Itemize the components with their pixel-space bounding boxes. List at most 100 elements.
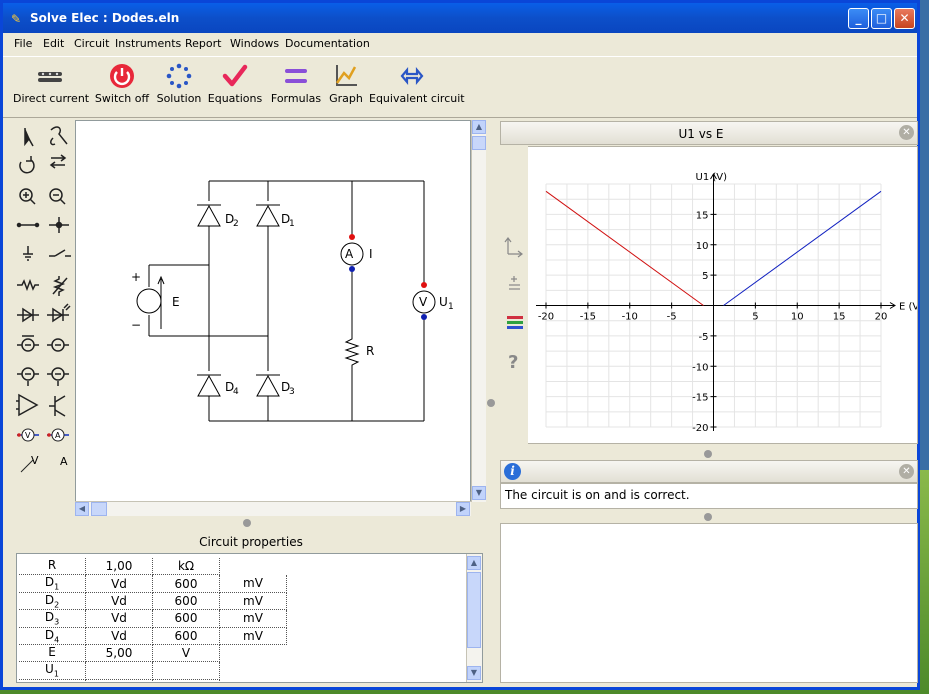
y-axis-label: U1 (V)	[696, 172, 728, 183]
properties-scrollbar[interactable]: ▲ ▼	[466, 554, 482, 682]
checkmark-icon	[222, 64, 248, 87]
y-tick-label: -5	[699, 332, 709, 343]
graph-icon	[335, 65, 357, 86]
palette-current-label[interactable]: A	[60, 455, 68, 468]
property-value[interactable]: kΩ	[152, 558, 220, 576]
menu-edit[interactable]: Edit	[43, 37, 64, 50]
property-row[interactable]: D1 Vd 600 mV	[19, 574, 287, 593]
y-tick-label: -20	[692, 423, 708, 434]
splitter-handle-info[interactable]	[704, 513, 712, 521]
scroll-thumb[interactable]	[472, 136, 486, 150]
splitter-handle-vertical[interactable]	[487, 399, 495, 407]
toolbar: Direct current Switch off Solution Equat…	[3, 56, 917, 118]
property-value[interactable]: 5,00	[85, 644, 153, 663]
x-tick-label: -5	[667, 312, 677, 323]
property-name: E	[19, 644, 86, 663]
svg-text:V: V	[25, 431, 31, 440]
property-value[interactable]	[220, 662, 287, 679]
series-line-0	[545, 190, 704, 306]
property-name: R	[19, 558, 86, 576]
props-scroll-up[interactable]: ▲	[467, 556, 481, 570]
property-row[interactable]: D2 Vd 600 mV	[19, 592, 287, 611]
props-scroll-down[interactable]: ▼	[467, 666, 481, 680]
palette-voltage-label[interactable]: V	[31, 454, 39, 467]
property-value[interactable]: 600	[152, 592, 220, 611]
property-name: D4	[19, 627, 86, 645]
menu-windows[interactable]: Windows	[230, 37, 279, 50]
scroll-left-button[interactable]: ◀	[75, 502, 89, 516]
equivalent-circuit-button[interactable]: Equivalent circuit	[369, 63, 465, 105]
property-row[interactable]: R 1,00 kΩ	[19, 558, 287, 576]
property-value[interactable]	[220, 679, 287, 682]
ammeter-symbol: A	[345, 247, 354, 261]
property-value[interactable]: 1,00	[85, 558, 153, 576]
close-button[interactable]: ✕	[894, 8, 915, 29]
property-value[interactable]	[152, 661, 220, 680]
property-value[interactable]: 600	[152, 627, 220, 645]
title-bar[interactable]: ✎ Solve Elec : Dodes.eln _ □ ✕	[3, 3, 917, 33]
help-icon[interactable]: ?	[508, 352, 518, 373]
equations-button[interactable]: Equations	[207, 63, 263, 105]
property-value[interactable]: mV	[219, 609, 287, 628]
property-value[interactable]: V	[152, 644, 220, 663]
status-message: The circuit is on and is correct.	[500, 483, 918, 509]
props-scroll-thumb[interactable]	[467, 572, 481, 648]
close-graph-icon[interactable]: ✕	[899, 125, 914, 140]
voltmeter-symbol: V	[419, 295, 428, 309]
splitter-handle-graph[interactable]	[704, 450, 712, 458]
graph-plot: -20 -15 -10 -5 5 10 15 20 -20 -15 -10 -5 5 10 15 E (V)…	[536, 172, 923, 434]
label-d1-sub: 1	[289, 219, 295, 229]
property-value[interactable]: mV	[219, 627, 287, 645]
property-value[interactable]	[152, 679, 220, 682]
graph-button[interactable]: Graph	[325, 63, 367, 105]
minimize-button[interactable]: _	[848, 8, 869, 29]
y-tick-label: -10	[692, 362, 708, 373]
property-value[interactable]	[220, 558, 287, 575]
menu-instruments[interactable]: Instruments	[115, 37, 181, 50]
property-value[interactable]: mV	[219, 574, 287, 593]
close-info-icon[interactable]: ✕	[899, 464, 914, 479]
menu-circuit[interactable]: Circuit	[74, 37, 109, 50]
property-value[interactable]: Vd	[85, 627, 153, 645]
property-value[interactable]: mV	[219, 592, 287, 611]
equivalent-icon	[400, 66, 424, 86]
scroll-down-button[interactable]: ▼	[472, 486, 486, 500]
property-value[interactable]: Vd	[85, 609, 153, 628]
graph-area[interactable]: -20 -15 -10 -5 5 10 15 20 -20 -15 -10 -5 5 10 15 E (V)…	[500, 146, 923, 444]
x-axis-label: E (V)	[899, 302, 917, 313]
y-tick-label: 10	[696, 241, 709, 252]
property-value[interactable]: 600	[152, 609, 220, 628]
property-row[interactable]: E 5,00 V	[19, 644, 287, 663]
canvas-horizontal-scrollbar[interactable]: ◀ ▶	[75, 501, 471, 516]
formulas-button[interactable]: Formulas	[269, 63, 323, 105]
menu-documentation[interactable]: Documentation	[285, 37, 370, 50]
property-value[interactable]	[85, 679, 153, 682]
label-d3-sub: 3	[289, 387, 295, 397]
solution-button[interactable]: Solution	[155, 63, 203, 105]
scroll-up-button[interactable]: ▲	[472, 120, 486, 134]
property-row[interactable]: D4 Vd 600 mV	[19, 627, 287, 645]
canvas-vertical-scrollbar[interactable]: ▲ ▼	[471, 120, 486, 502]
switch-off-button[interactable]: Switch off	[93, 63, 151, 105]
property-row[interactable]: D3 Vd 600 mV	[19, 609, 287, 628]
property-row[interactable]: U1	[19, 661, 287, 680]
property-value[interactable]: Vd	[85, 574, 153, 593]
x-tick-label: -10	[622, 312, 638, 323]
hscroll-thumb[interactable]	[91, 502, 107, 516]
label-u1-sub: 1	[448, 302, 454, 312]
property-value[interactable]: Vd	[85, 592, 153, 611]
menu-file[interactable]: File	[14, 37, 32, 50]
label-r: R	[366, 344, 374, 358]
circuit-canvas[interactable]: A V D 2 D 1 D 4 D 3 E + − R I U 1	[75, 120, 471, 502]
scroll-right-button[interactable]: ▶	[456, 502, 470, 516]
splitter-handle[interactable]	[243, 519, 251, 527]
property-value[interactable]	[220, 644, 287, 661]
property-row[interactable]: I	[19, 679, 287, 682]
property-value[interactable]	[85, 661, 153, 680]
menu-report[interactable]: Report	[185, 37, 221, 50]
property-value[interactable]: 600	[152, 574, 220, 593]
maximize-button[interactable]: □	[871, 8, 892, 29]
x-tick-label: 20	[875, 312, 888, 323]
label-d4-sub: 4	[233, 387, 239, 397]
direct-current-button[interactable]: Direct current	[13, 63, 89, 105]
